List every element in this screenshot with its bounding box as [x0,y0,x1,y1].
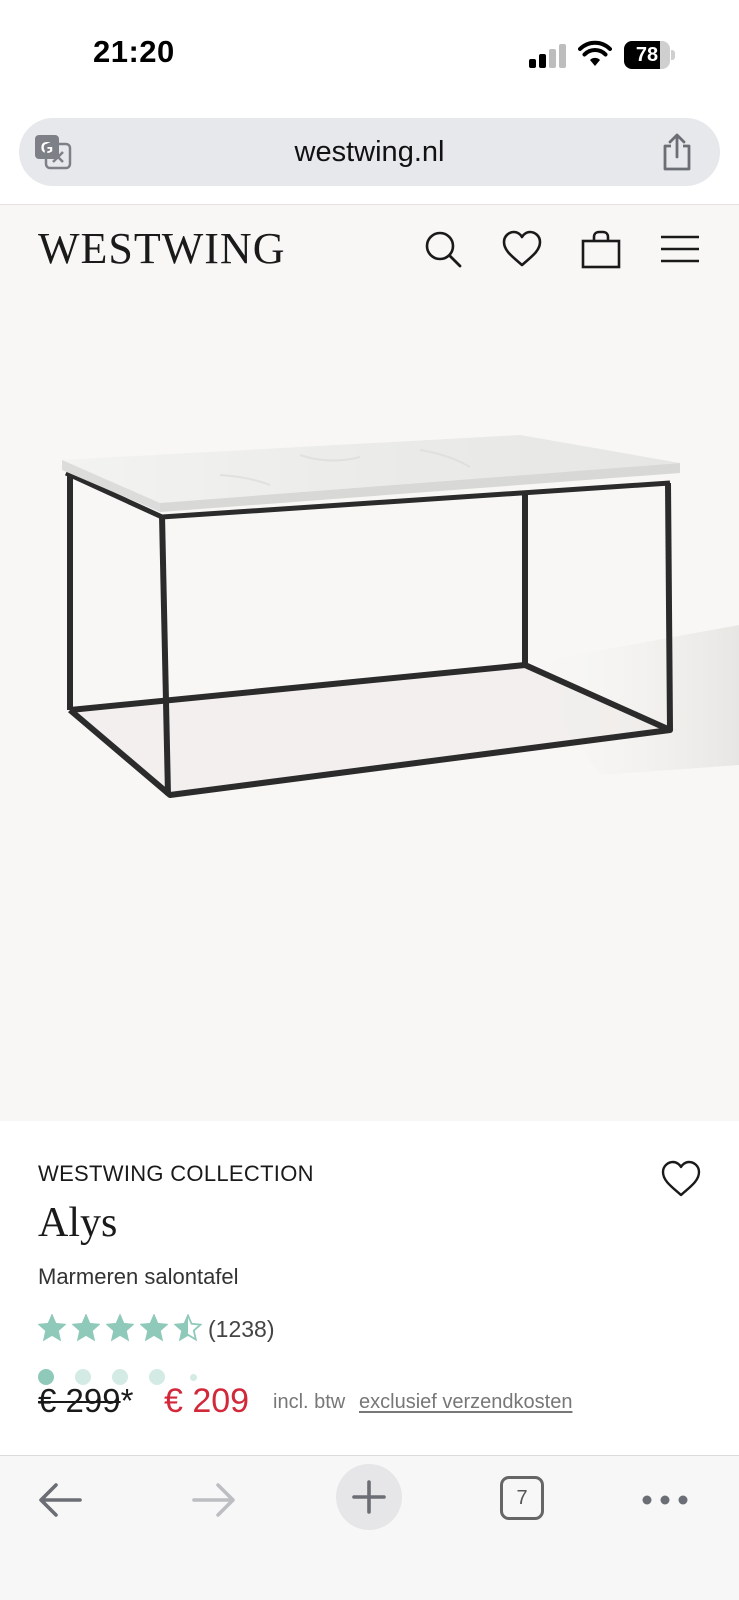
tabs-button[interactable]: 7 [500,1476,544,1520]
wishlist-heart-icon[interactable] [660,1160,702,1198]
westwing-logo[interactable]: WESTWING [38,223,286,274]
product-subtitle: Marmeren salontafel [38,1264,239,1289]
original-price: € 299* [38,1382,133,1420]
new-tab-button[interactable] [336,1464,402,1530]
battery-level: 78 [635,44,659,66]
signal-icon [529,44,567,68]
review-count[interactable]: (1238) [208,1316,274,1343]
coffee-table-image [62,435,739,798]
browser-toolbar: 7 [0,1456,739,1600]
url-text[interactable]: westwing.nl [19,118,720,186]
tax-note: incl. btw [273,1391,346,1413]
search-icon[interactable] [423,229,463,269]
back-arrow-icon[interactable] [36,1476,84,1524]
original-price-value: € 299 [38,1382,121,1419]
carousel-dot[interactable] [190,1374,197,1381]
star-full-icon [140,1314,168,1342]
site-header: WESTWING [0,205,739,305]
product-image[interactable] [0,305,739,1385]
wifi-icon [578,40,612,66]
battery-icon: 78 [624,41,675,69]
more-icon[interactable] [640,1476,690,1524]
translate-icon[interactable]: G [34,134,72,170]
price-footnote-mark: * [120,1382,134,1419]
status-bar: 21:20 78 [0,0,739,104]
product-brand[interactable]: WESTWING COLLECTION [38,1161,314,1187]
bag-icon[interactable] [580,229,622,269]
plus-icon [352,1480,386,1514]
heart-icon[interactable] [501,229,543,269]
menu-icon[interactable] [660,229,700,269]
address-bar[interactable]: westwing.nl G [19,118,720,186]
share-icon[interactable] [660,132,694,172]
sale-price: € 209 [164,1382,250,1420]
product-name: Alys [38,1200,118,1246]
carousel-dot[interactable] [149,1369,165,1385]
star-full-icon [38,1314,66,1342]
star-full-icon [72,1314,100,1342]
star-half-icon [174,1314,202,1342]
forward-arrow-icon[interactable] [190,1476,238,1524]
status-time: 21:20 [93,34,175,69]
star-full-icon [106,1314,134,1342]
shipping-costs-link[interactable]: exclusief verzendkosten [359,1391,572,1414]
